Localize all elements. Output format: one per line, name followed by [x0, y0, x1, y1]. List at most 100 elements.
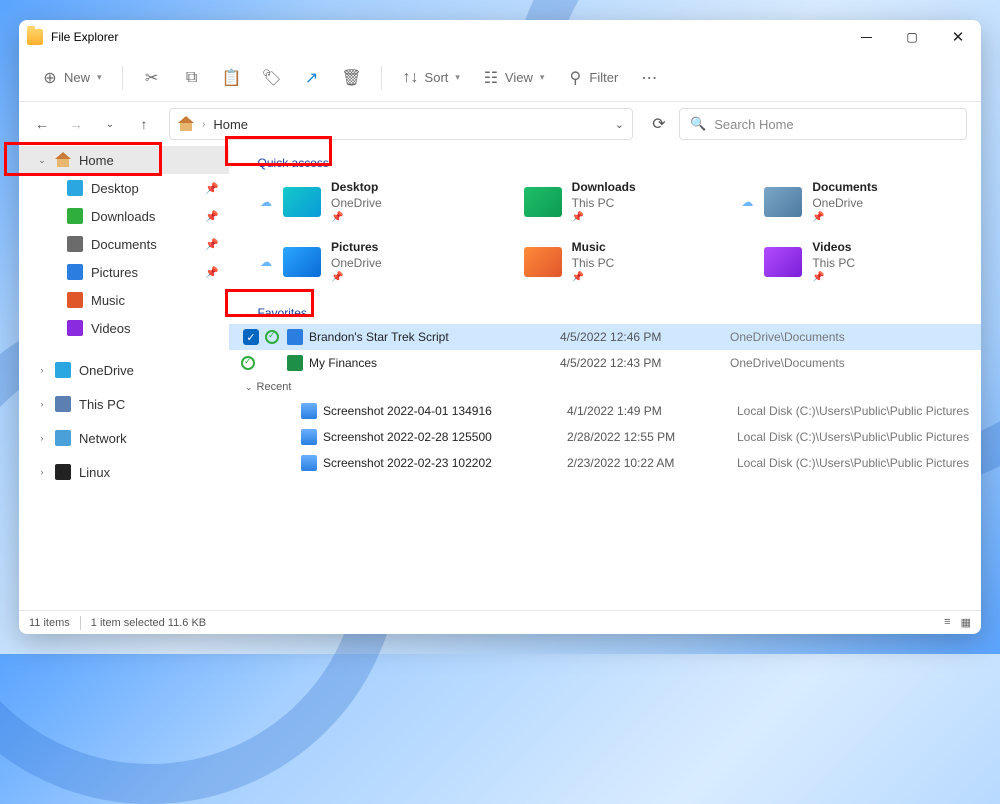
minimize-button[interactable]: [843, 20, 889, 54]
quick-access-documents[interactable]: ☁ DocumentsOneDrive📌: [740, 174, 981, 230]
status-bar: 11 items 1 item selected 11.6 KB ≡ ▦: [19, 610, 981, 634]
folder-icon: [524, 247, 562, 277]
sidebar-item-videos[interactable]: Videos: [19, 314, 229, 342]
chevron-down-icon: ▾: [455, 72, 460, 83]
maximize-button[interactable]: ▢: [889, 20, 935, 54]
section-quick-access[interactable]: ⌄ Quick access: [229, 146, 981, 174]
sidebar-item-this-pc[interactable]: ›This PC: [19, 390, 229, 418]
sidebar-item-downloads[interactable]: Downloads📌: [19, 202, 229, 230]
share-icon: ↗: [303, 69, 321, 87]
filter-icon: ⚲: [566, 69, 584, 87]
sort-icon: ↑↓: [402, 69, 420, 87]
new-button[interactable]: ⊕ New ▾: [33, 63, 110, 93]
pin-icon: 📌: [205, 210, 219, 223]
cut-button[interactable]: ✂: [135, 63, 169, 93]
favorite-row[interactable]: My Finances 4/5/2022 12:43 PM OneDrive\D…: [229, 350, 981, 376]
share-button[interactable]: ↗: [295, 63, 329, 93]
favorite-row[interactable]: ✓ Brandon's Star Trek Script 4/5/2022 12…: [229, 324, 981, 350]
cloud-icon: ☁: [259, 255, 273, 269]
search-placeholder: Search Home: [714, 117, 793, 132]
paste-button[interactable]: 📋: [215, 63, 249, 93]
sidebar-item-network[interactable]: ›Network: [19, 424, 229, 452]
separator-icon: ›: [202, 119, 205, 130]
more-button[interactable]: ⋯: [632, 63, 666, 93]
search-input[interactable]: 🔍 Search Home: [679, 108, 967, 140]
chevron-down-icon[interactable]: ⌄: [37, 155, 47, 166]
nav-bar: ← → ⌄ ↑ › Home ⌄ ⟳ 🔍 Search Home: [19, 102, 981, 146]
view-icon: ☷: [482, 69, 500, 87]
sync-ok-icon: [265, 330, 279, 344]
sidebar-item-pictures[interactable]: Pictures📌: [19, 258, 229, 286]
view-button[interactable]: ☷ View ▾: [474, 63, 552, 93]
sidebar-item-onedrive[interactable]: ›OneDrive: [19, 356, 229, 384]
sidebar-item-desktop[interactable]: Desktop📌: [19, 174, 229, 202]
sidebar-item-documents[interactable]: Documents📌: [19, 230, 229, 258]
close-button[interactable]: ✕: [935, 20, 981, 54]
chevron-down-icon: ⌄: [245, 382, 253, 392]
filter-button[interactable]: ⚲ Filter: [558, 63, 626, 93]
cloud-icon: ☁: [740, 195, 754, 209]
sort-button[interactable]: ↑↓ Sort ▾: [394, 63, 468, 93]
drive-icon: [55, 464, 71, 480]
breadcrumb-home[interactable]: Home: [213, 117, 248, 132]
address-bar[interactable]: › Home ⌄: [169, 108, 633, 140]
chevron-down-icon[interactable]: ⌄: [615, 118, 624, 131]
folder-icon: [27, 29, 43, 45]
pin-icon: 📌: [205, 238, 219, 251]
quick-access-videos[interactable]: VideosThis PC📌: [740, 234, 981, 290]
section-recent[interactable]: ⌄Recent: [229, 376, 981, 398]
chevron-right-icon[interactable]: ›: [37, 365, 47, 375]
window-title: File Explorer: [51, 30, 118, 44]
chevron-right-icon[interactable]: ›: [37, 399, 47, 409]
quick-access-pictures[interactable]: ☁ PicturesOneDrive📌: [259, 234, 500, 290]
folder-icon: [67, 208, 83, 224]
sidebar-item-linux[interactable]: ›Linux: [19, 458, 229, 486]
section-favorites[interactable]: ⌄ Favorites: [229, 296, 981, 324]
sync-ok-icon: [241, 356, 255, 370]
folder-icon: [764, 247, 802, 277]
chevron-down-icon: ⌄: [245, 308, 253, 319]
copy-icon: ⧉: [183, 69, 201, 87]
quick-access-music[interactable]: MusicThis PC📌: [500, 234, 741, 290]
back-button[interactable]: ←: [27, 109, 57, 139]
refresh-button[interactable]: ⟳: [643, 108, 675, 140]
rename-button[interactable]: 🏷: [255, 63, 289, 93]
status-item-count: 11 items: [29, 617, 70, 629]
details-view-button[interactable]: ≡: [944, 616, 950, 629]
delete-button[interactable]: 🗑: [335, 63, 369, 93]
chevron-down-icon: ▾: [540, 72, 545, 83]
chevron-down-icon: ⌄: [245, 158, 253, 169]
folder-icon: [283, 187, 321, 217]
folder-icon: [67, 236, 83, 252]
folder-icon: [67, 292, 83, 308]
trash-icon: 🗑: [343, 69, 361, 87]
quick-access-downloads[interactable]: DownloadsThis PC📌: [500, 174, 741, 230]
recent-row[interactable]: Screenshot 2022-02-23 102202 2/23/2022 1…: [229, 450, 981, 476]
checkbox-checked-icon[interactable]: ✓: [243, 329, 259, 345]
thumbnails-view-button[interactable]: ▦: [961, 616, 971, 629]
pin-icon: 📌: [205, 182, 219, 195]
chevron-right-icon[interactable]: ›: [37, 467, 47, 477]
recent-row[interactable]: Screenshot 2022-04-01 134916 4/1/2022 1:…: [229, 398, 981, 424]
up-button[interactable]: ↑: [129, 109, 159, 139]
folder-icon: [283, 247, 321, 277]
status-selection: 1 item selected 11.6 KB: [91, 617, 206, 629]
chevron-right-icon[interactable]: ›: [37, 433, 47, 443]
image-file-icon: [301, 455, 317, 471]
recent-locations-button[interactable]: ⌄: [95, 109, 125, 139]
file-icon: [287, 355, 303, 371]
sidebar-item-music[interactable]: Music: [19, 286, 229, 314]
quick-access-desktop[interactable]: ☁ DesktopOneDrive📌: [259, 174, 500, 230]
recent-row[interactable]: Screenshot 2022-02-28 125500 2/28/2022 1…: [229, 424, 981, 450]
folder-icon: [67, 180, 83, 196]
drive-icon: [55, 396, 71, 412]
forward-button[interactable]: →: [61, 109, 91, 139]
clipboard-icon: 📋: [223, 69, 241, 87]
file-explorer-window: File Explorer ▢ ✕ ⊕ New ▾ ✂ ⧉ 📋 🏷 ↗ 🗑 ↑↓…: [19, 20, 981, 634]
content-pane: ⌄ Quick access ☁ DesktopOneDrive📌 Downlo…: [229, 146, 981, 610]
plus-circle-icon: ⊕: [41, 69, 59, 87]
image-file-icon: [301, 429, 317, 445]
folder-icon: [764, 187, 802, 217]
sidebar-item-home[interactable]: ⌄ Home: [19, 146, 229, 174]
copy-button[interactable]: ⧉: [175, 63, 209, 93]
